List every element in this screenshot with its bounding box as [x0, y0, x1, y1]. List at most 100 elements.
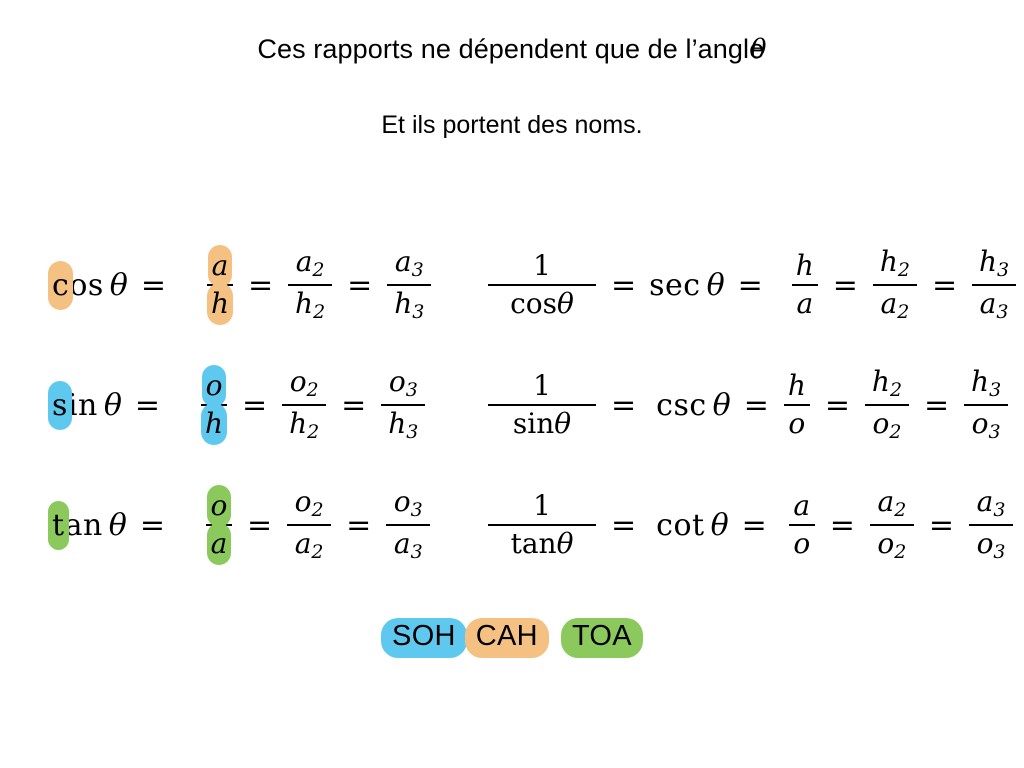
numerator: h — [979, 245, 998, 279]
formula-row: cos θ = a h = a2 h2 = a3 h3 1 cosθ = sec… — [0, 225, 1024, 345]
equals-sign: = — [928, 507, 955, 543]
tan-label: tan — [48, 500, 103, 550]
cos-label-rest: os — [69, 267, 104, 303]
equals-sign: = — [134, 387, 161, 423]
numerator: a — [877, 485, 895, 519]
formula-tan: tan θ = o a = o2 a2 = o3 a3 — [0, 465, 470, 585]
denominator: o — [793, 527, 811, 560]
numerator: h — [871, 365, 890, 399]
theta-symbol: θ — [557, 287, 574, 320]
denominator-highlight: h — [206, 283, 234, 325]
denominator: h — [289, 407, 308, 440]
mnemonic-cah: CAH — [464, 618, 549, 658]
numerator: a — [295, 245, 313, 279]
fraction-h-over-a: h a — [791, 249, 818, 318]
fraction-o-over-h: o h — [200, 365, 228, 445]
numerator-subscript: 2 — [894, 499, 907, 521]
theta-symbol: θ — [712, 387, 731, 423]
equals-sign: = — [832, 267, 858, 303]
denominator-subscript: 2 — [311, 540, 324, 563]
cot-label: cot — [656, 507, 705, 543]
numerator: o — [294, 485, 312, 519]
equals-sign: = — [741, 507, 767, 543]
fraction-a3-over-o3: a3 o3 — [969, 488, 1014, 563]
numerator: h — [971, 365, 990, 399]
equals-sign: = — [346, 507, 372, 543]
theta-symbol: θ — [109, 267, 128, 303]
equals-sign: = — [743, 387, 769, 423]
cos-highlight: c — [47, 260, 74, 310]
equals-sign: = — [246, 507, 273, 543]
sin-label: sin — [48, 380, 98, 430]
equals-sign: = — [824, 387, 850, 423]
theta-symbol: θ — [108, 507, 127, 543]
sin-label-rest: in — [67, 387, 98, 423]
csc-label: csc — [656, 387, 707, 423]
numerator: o — [388, 365, 406, 399]
denominator-subscript: 2 — [889, 420, 902, 443]
equals-sign: = — [140, 267, 166, 303]
numerator-subscript: 2 — [897, 259, 910, 281]
denominator: o — [976, 527, 994, 560]
denominator: a — [393, 527, 411, 560]
page-subtitle: Et ils portent des noms. — [381, 111, 643, 139]
denominator-subscript: 3 — [996, 300, 1009, 323]
fraction-h2-over-a2: h2 a2 — [872, 245, 917, 322]
denominator-function: cos — [510, 287, 558, 320]
denominator: sinθ — [511, 406, 573, 438]
numerator: o — [289, 365, 307, 399]
denominator-function: tan — [510, 527, 557, 560]
numerator-subscript: 3 — [989, 379, 1002, 401]
equals-sign: = — [242, 387, 268, 423]
fraction-h3-over-o3: h3 o3 — [964, 365, 1009, 442]
formula-cot: 1 tanθ = cot θ = a o = a2 o2 = a3 o3 — [470, 465, 1024, 585]
theta-symbol: θ — [706, 267, 725, 303]
fraction-o-over-a: o a — [205, 485, 232, 565]
mnemonic-soh: SOH — [381, 618, 467, 658]
equals-sign: = — [247, 267, 274, 303]
mnemonic-toa: TOA — [560, 618, 643, 658]
numerator: h — [787, 369, 806, 402]
denominator: a — [979, 287, 997, 320]
denominator: h — [388, 407, 407, 440]
sin-highlight: s — [48, 380, 72, 430]
denominator-subscript: 3 — [406, 420, 419, 443]
numerator: h — [795, 249, 814, 282]
formula-row: tan θ = o a = o2 a2 = o3 a3 1 tanθ = cot… — [0, 465, 1024, 585]
tan-label-rest: an — [64, 507, 103, 543]
equals-sign: = — [611, 267, 637, 303]
denominator: cosθ — [508, 286, 576, 318]
fraction-h2-over-o2: h2 o2 — [864, 365, 909, 443]
numerator-subscript: 3 — [410, 499, 423, 521]
denominator: o — [877, 527, 895, 560]
equals-sign: = — [347, 267, 373, 303]
numerator-subscript: 3 — [411, 259, 424, 281]
denominator-subscript: 2 — [313, 300, 326, 323]
fraction-o2-over-h2: o2 h2 — [282, 365, 327, 442]
fraction-one-over-tan-theta: 1 tanθ — [488, 492, 596, 558]
sec-label: sec — [649, 267, 701, 303]
theta-symbol-title: θ — [750, 34, 767, 65]
equals-sign: = — [737, 267, 763, 303]
denominator: o — [872, 407, 890, 440]
fraction-h3-over-a3: h3 a3 — [972, 245, 1017, 323]
equals-sign: = — [829, 507, 855, 543]
denominator-subscript: 2 — [894, 540, 907, 563]
numerator: o — [393, 485, 411, 519]
numerator-highlight: o — [206, 485, 232, 527]
formula-cos: cos θ = a h = a2 h 2 = a3 h3 — [0, 225, 470, 345]
page-title-text: Ces rapports ne dépendent que de l’angle — [257, 34, 765, 64]
numerator: 1 — [533, 489, 551, 522]
fraction-a3-over-h3: a3 h3 — [387, 248, 432, 322]
equals-sign: = — [923, 387, 950, 423]
fraction-o3-over-a3: o3 a3 — [386, 485, 431, 562]
numerator: h — [879, 245, 898, 279]
fraction-one-over-sin-theta: 1 sinθ — [488, 372, 596, 438]
tan-highlight: t — [48, 500, 69, 550]
numerator-subscript: 3 — [993, 499, 1006, 521]
fraction-a-over-h: a h — [206, 245, 234, 325]
numerator-subscript: 2 — [312, 259, 325, 281]
denominator-subscript: 3 — [993, 540, 1006, 563]
numerator-highlight: o — [201, 365, 227, 407]
mnemonic-row: SOH CAH TOA — [0, 618, 1024, 658]
